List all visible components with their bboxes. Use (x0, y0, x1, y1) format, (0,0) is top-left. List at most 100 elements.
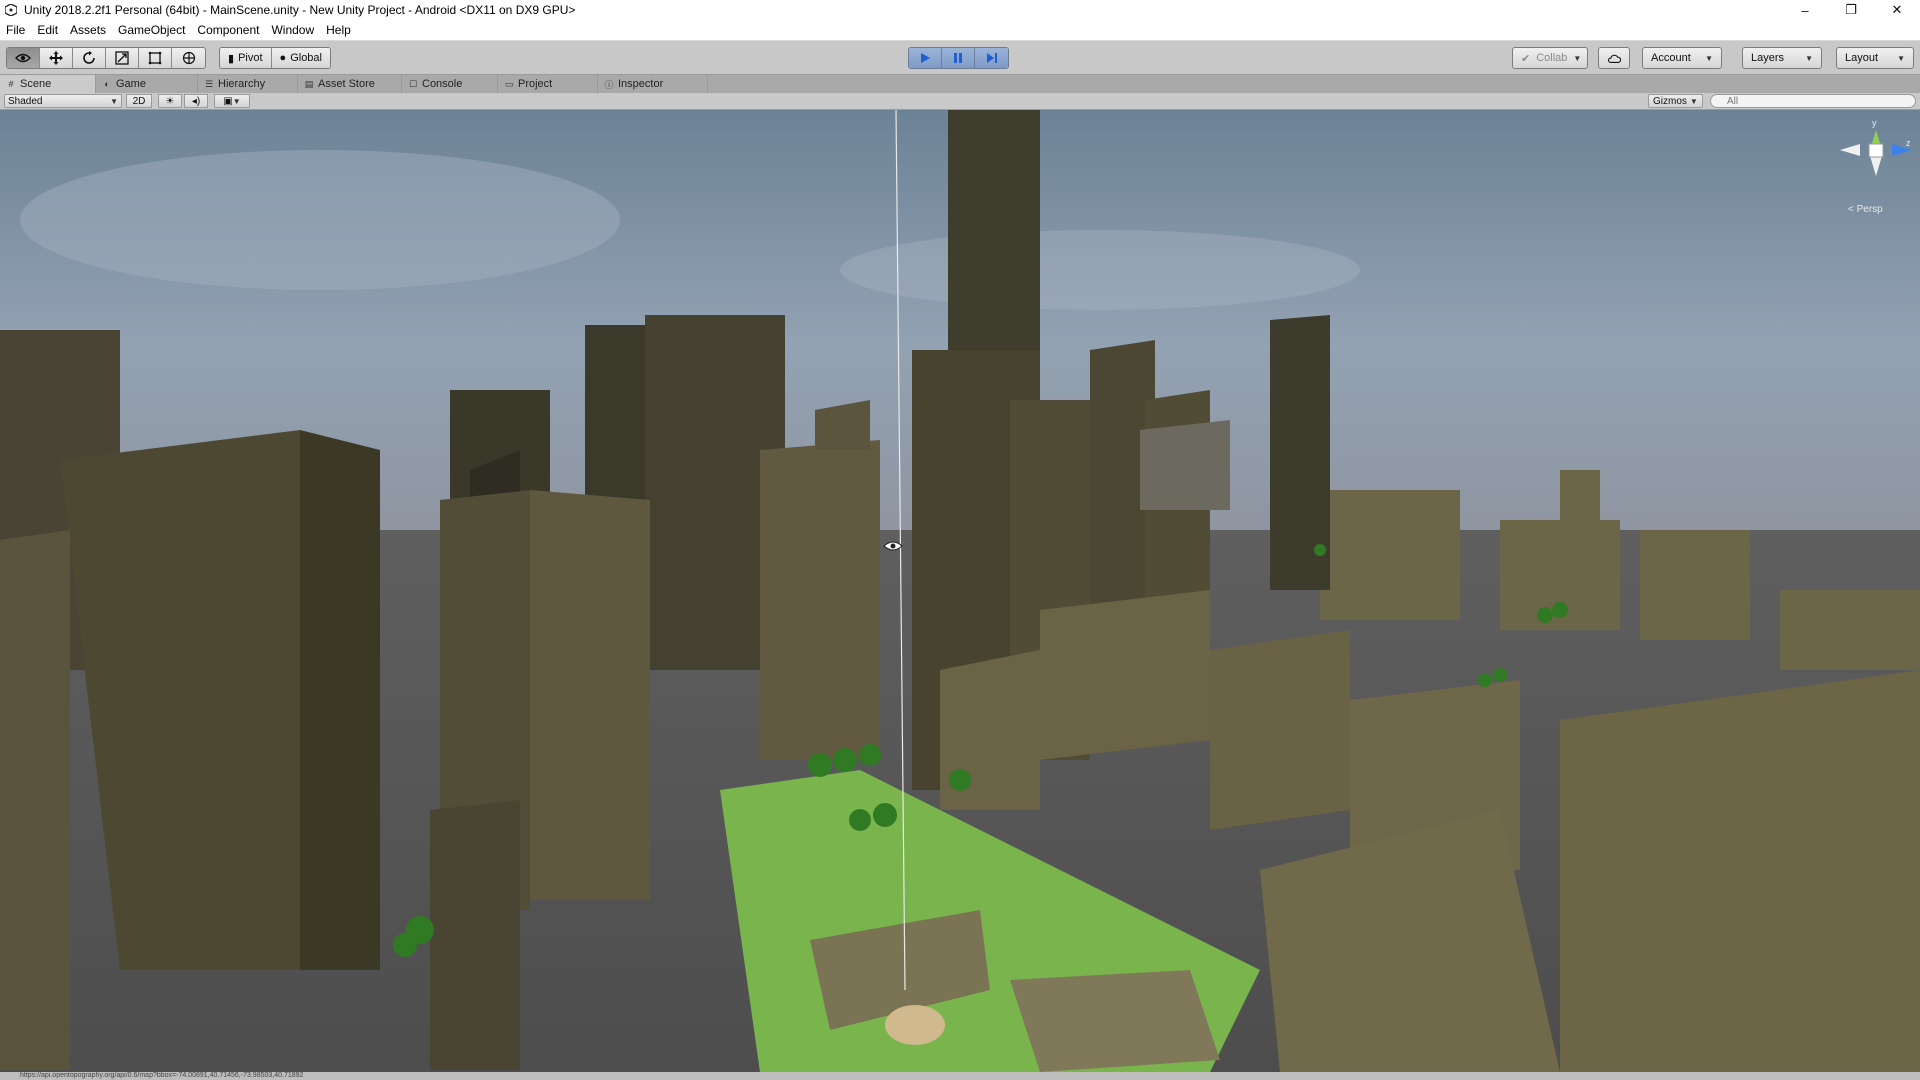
layers-label: Layers (1751, 52, 1785, 64)
check-icon: ✔ (1521, 52, 1531, 65)
maximize-button[interactable]: ❐ (1828, 0, 1874, 20)
tab-label: Asset Store (318, 78, 375, 90)
global-toggle[interactable]: ● Global (271, 48, 330, 68)
image-icon: ▣ (223, 95, 233, 107)
pivot-global-group: ▮ Pivot ● Global (219, 47, 331, 69)
tab-label: Inspector (618, 78, 664, 90)
menu-help[interactable]: Help (320, 20, 357, 41)
globe-icon: ● (279, 52, 287, 64)
tab-asset-store[interactable]: ▤ Asset Store (298, 75, 402, 93)
editor-tabs: # Scene ◐ Game ☰ Hierarchy ▤ Asset Store… (0, 75, 1920, 93)
menu-edit[interactable]: Edit (31, 20, 64, 41)
cloud (840, 230, 1360, 310)
info-icon: ⓘ (604, 79, 614, 90)
menu-gameobject[interactable]: GameObject (112, 20, 191, 41)
orientation-gizmo[interactable]: y z (1836, 116, 1916, 206)
sun-icon: ☀ (165, 95, 175, 107)
lighting-toggle[interactable]: ☀ (158, 94, 182, 108)
move-icon (49, 51, 63, 65)
neg-y-axis-cone[interactable] (1870, 156, 1882, 176)
layout-dropdown[interactable]: Layout ▼ (1836, 47, 1914, 69)
pivot-icon: ▮ (228, 52, 235, 65)
scale-icon (115, 51, 129, 65)
move-tool-button[interactable] (40, 48, 73, 68)
main-toolbar: ▮ Pivot ● Global ✔ Collab ▼ Account ▼ La… (0, 41, 1920, 75)
scene-search-input[interactable] (1710, 94, 1916, 108)
menu-bar: File Edit Assets GameObject Component Wi… (0, 20, 1920, 41)
toggle-2d-button[interactable]: 2D (126, 94, 152, 108)
scene-icon: # (8, 79, 14, 89)
cloud-button[interactable] (1598, 47, 1630, 69)
hierarchy-icon: ☰ (204, 78, 214, 89)
hand-icon (15, 53, 31, 63)
chevron-down-icon: ▼ (1689, 96, 1698, 106)
rotate-icon (83, 51, 95, 64)
chevron-down-icon: ▼ (1705, 53, 1713, 63)
tab-hierarchy[interactable]: ☰ Hierarchy (198, 75, 298, 93)
gizmos-label: Gizmos (1653, 95, 1687, 107)
rect-tool-button[interactable] (139, 48, 172, 68)
hand-tool-button[interactable] (7, 48, 40, 68)
window-title: Unity 2018.2.2f1 Personal (64bit) - Main… (24, 3, 576, 17)
step-button[interactable] (975, 48, 1008, 68)
pause-button[interactable] (942, 48, 975, 68)
console-icon: ☐ (408, 78, 418, 89)
pivot-toggle[interactable]: ▮ Pivot (220, 48, 272, 68)
chevron-down-icon: ▼ (1897, 53, 1905, 63)
x-axis-cone[interactable] (1840, 144, 1860, 156)
folder-icon: ▭ (504, 78, 514, 89)
rotate-tool-button[interactable] (73, 48, 106, 68)
transform-icon (182, 51, 195, 65)
tab-label: Game (116, 78, 146, 90)
pause-icon (954, 53, 962, 63)
chevron-down-icon: ▼ (1805, 53, 1813, 63)
unity-logo-icon (4, 3, 18, 17)
asset-store-icon: ▤ (304, 78, 314, 89)
account-label: Account (1651, 52, 1691, 64)
scale-tool-button[interactable] (106, 48, 139, 68)
scene-viewport[interactable]: y z < Persp (0, 110, 1920, 1072)
draw-mode-dropdown[interactable]: Shaded ▼ (4, 94, 122, 108)
transform-tool-button[interactable] (172, 48, 205, 68)
center-cube[interactable] (1868, 143, 1884, 158)
play-icon (921, 53, 930, 63)
tab-label: Hierarchy (218, 78, 266, 90)
effects-dropdown[interactable]: ▣ ▼ (214, 94, 250, 108)
chevron-down-icon: ▼ (1573, 53, 1582, 63)
playback-controls (908, 47, 1009, 69)
collab-button[interactable]: ✔ Collab ▼ (1512, 47, 1588, 69)
menu-component[interactable]: Component (191, 20, 265, 41)
tab-scene[interactable]: # Scene (0, 75, 96, 93)
menu-assets[interactable]: Assets (64, 20, 112, 41)
persp-label[interactable]: < Persp (1848, 204, 1883, 215)
tab-label: Console (422, 78, 463, 90)
account-dropdown[interactable]: Account ▼ (1642, 47, 1722, 69)
gizmos-dropdown[interactable]: Gizmos ▼ (1648, 94, 1703, 108)
speaker-icon: ◂) (191, 95, 201, 107)
tab-game[interactable]: ◐ Game (96, 75, 198, 93)
status-bar: https://api.opentopography.org/api/0.6/m… (0, 1072, 1920, 1080)
city-scene-render (0, 110, 1920, 1072)
tab-inspector[interactable]: ⓘ Inspector (598, 75, 708, 93)
game-icon: ◐ (104, 79, 110, 89)
close-button[interactable]: ✕ (1874, 0, 1920, 20)
tab-console[interactable]: ☐ Console (402, 75, 498, 93)
play-button[interactable] (909, 48, 942, 68)
chevron-down-icon: ▼ (110, 96, 118, 106)
draw-mode-label: Shaded (8, 95, 43, 107)
menu-file[interactable]: File (0, 20, 31, 41)
global-label: Global (290, 52, 322, 64)
minimize-button[interactable]: – (1782, 0, 1828, 20)
menu-window[interactable]: Window (265, 20, 320, 41)
tab-label: Scene (20, 78, 52, 90)
tab-project[interactable]: ▭ Project (498, 75, 598, 93)
pivot-label: Pivot (238, 52, 263, 64)
cloud (20, 150, 620, 290)
layers-dropdown[interactable]: Layers ▼ (1742, 47, 1822, 69)
collab-label: Collab (1536, 52, 1568, 64)
audio-toggle[interactable]: ◂) (184, 94, 208, 108)
axis-z-label: z (1906, 138, 1911, 148)
rect-icon (148, 51, 162, 65)
scene-toolbar: Shaded ▼ 2D ☀ ◂) ▣ ▼ Gizmos ▼ (0, 93, 1920, 110)
step-icon (986, 53, 997, 63)
